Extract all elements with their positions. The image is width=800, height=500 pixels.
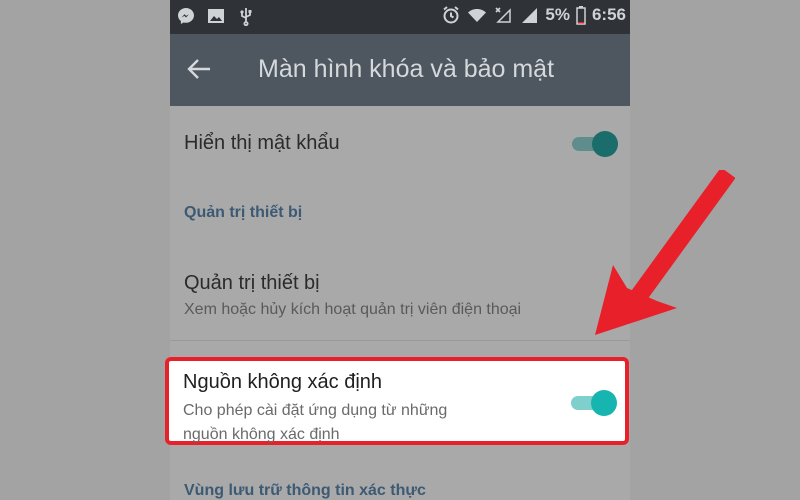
back-arrow-icon[interactable]	[186, 56, 212, 82]
battery-level: 5%	[545, 5, 570, 24]
red-arrow-icon	[595, 170, 735, 335]
divider	[170, 340, 630, 341]
unknown-sources-subtitle: Cho phép cài đặt ứng dụng từ những nguồn…	[183, 399, 447, 447]
show-password-label: Hiển thị mật khẩu	[184, 132, 340, 154]
device-admin-subtitle: Xem hoặc hủy kích hoạt quản trị viên điệ…	[184, 301, 522, 318]
unknown-sources-subtitle-line1: Cho phép cài đặt ứng dụng từ những	[183, 402, 448, 419]
unknown-sources-title: Nguồn không xác định	[183, 371, 383, 393]
setting-row-unknown-sources[interactable]: Nguồn không xác định Cho phép cài đặt ứn…	[165, 357, 629, 445]
toggle-thumb	[592, 131, 618, 157]
battery-icon	[576, 6, 586, 25]
app-bar: Màn hình khóa và bảo mật	[170, 34, 630, 106]
clock-time: 6:56	[591, 5, 626, 24]
unknown-sources-subtitle-line2: nguồn không xác định	[183, 426, 340, 443]
device-admin-title: Quản trị thiết bị	[184, 272, 320, 294]
show-password-toggle[interactable]	[572, 130, 618, 158]
status-bar: 5% 6:56	[170, 0, 630, 34]
usb-icon	[240, 8, 252, 26]
gallery-icon	[208, 9, 224, 23]
unknown-sources-toggle[interactable]	[571, 389, 617, 417]
setting-row-device-admin[interactable]: Quản trị thiết bị Xem hoặc hủy kích hoạt…	[170, 256, 630, 336]
wifi-icon	[468, 9, 487, 22]
section-header-device-admin: Quản trị thiết bị	[184, 204, 303, 221]
section-header-credential-storage: Vùng lưu trữ thông tin xác thực	[184, 482, 426, 499]
toggle-thumb	[591, 390, 617, 416]
setting-row-show-password[interactable]: Hiển thị mật khẩu	[170, 106, 630, 182]
no-signal-icon	[495, 7, 512, 23]
signal-icon	[522, 8, 538, 23]
page-title: Màn hình khóa và bảo mật	[258, 55, 555, 83]
messenger-icon	[178, 8, 194, 24]
alarm-icon	[443, 6, 460, 24]
